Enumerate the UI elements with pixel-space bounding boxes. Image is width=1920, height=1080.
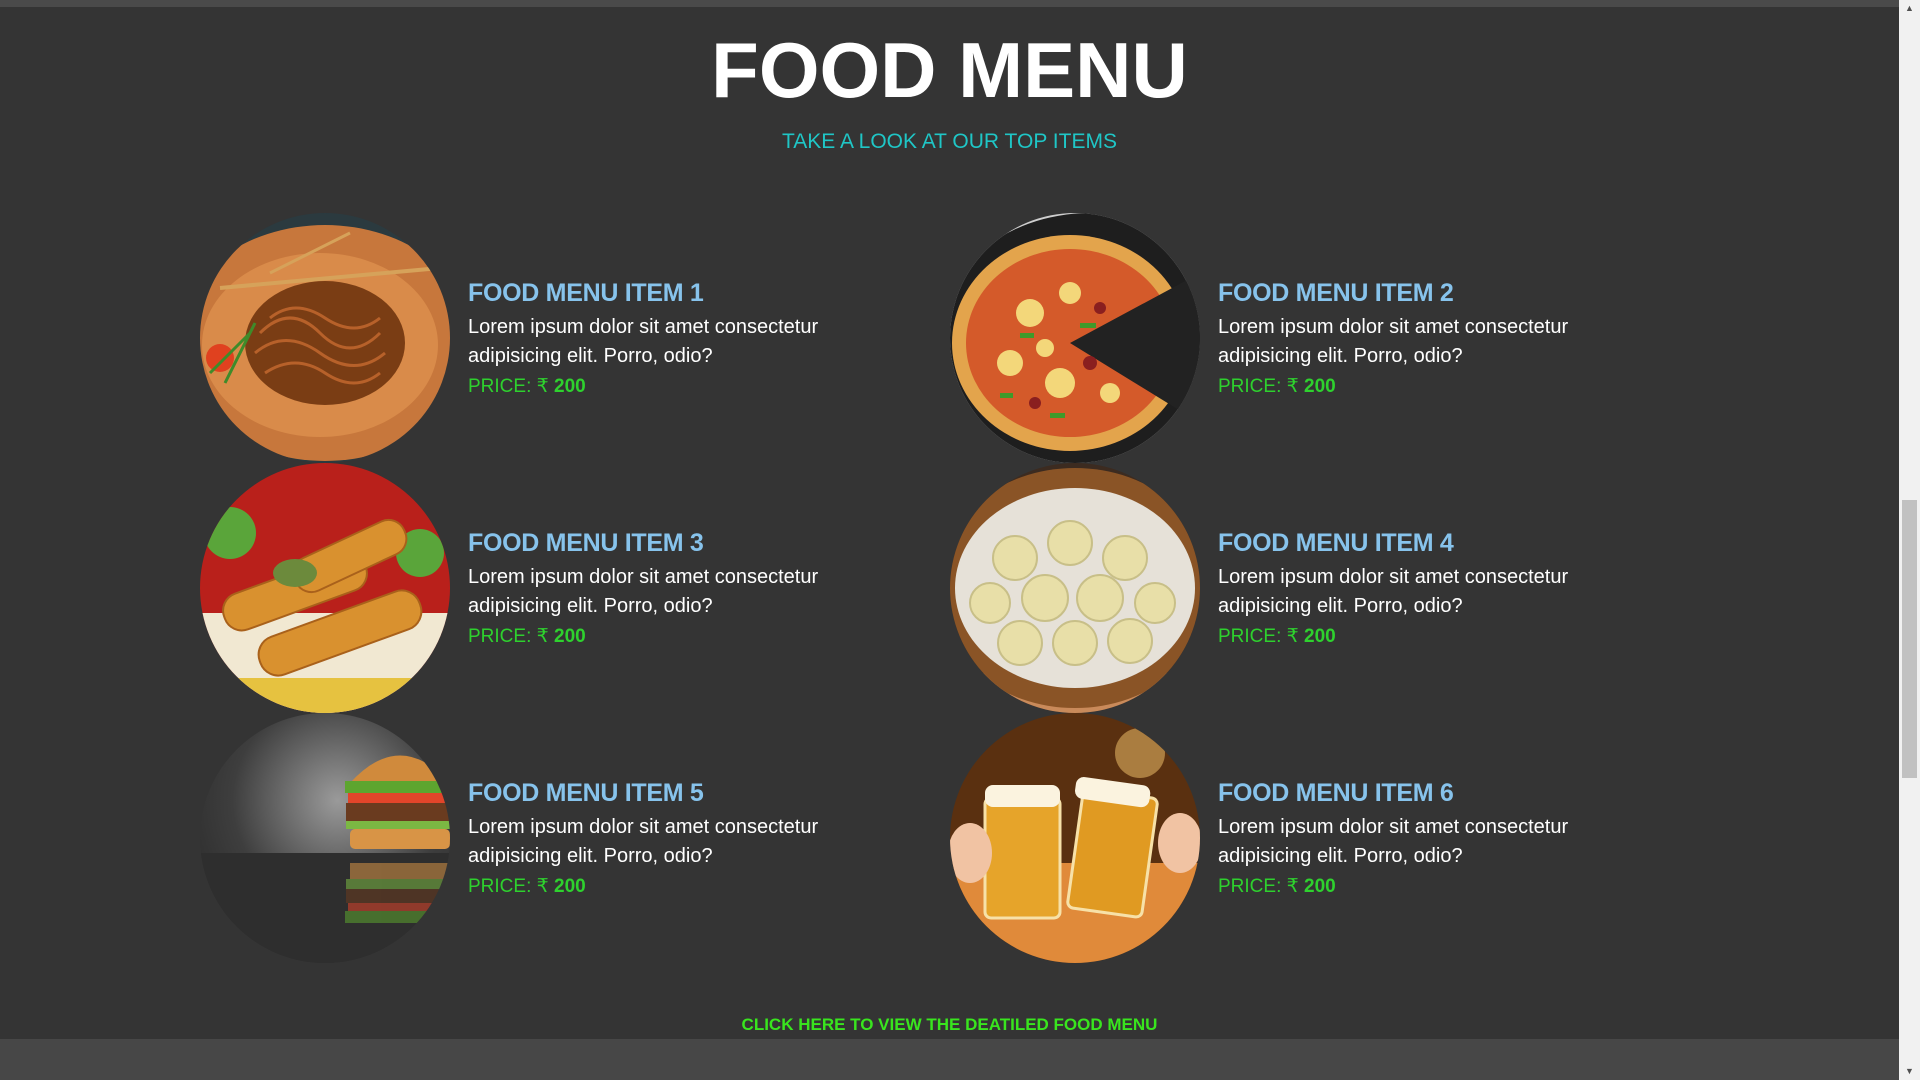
scroll-down-arrow-icon[interactable]: ▼ (1899, 1063, 1920, 1080)
item-price: PRICE: ₹ 200 (468, 623, 888, 651)
food-menu-section: FOOD MENU TAKE A LOOK AT OUR TOP ITEMS F… (0, 7, 1899, 1039)
item-name: FOOD MENU ITEM 2 (1218, 279, 1454, 307)
item-name: FOOD MENU ITEM 5 (468, 779, 704, 807)
item-price: PRICE: ₹ 200 (468, 873, 888, 901)
price-label: PRICE: ₹ (468, 876, 554, 897)
menu-item-3[interactable]: FOOD MENU ITEM 3 Lorem ipsum dolor sit a… (200, 463, 900, 713)
price-amount: 200 (554, 626, 586, 647)
item-name: FOOD MENU ITEM 4 (1218, 529, 1454, 557)
scrollbar-thumb[interactable] (1902, 500, 1917, 778)
scroll-up-arrow-icon[interactable]: ▲ (1899, 0, 1920, 17)
item-price: PRICE: ₹ 200 (1218, 373, 1638, 401)
item-description: Lorem ipsum dolor sit amet consectetur a… (468, 566, 819, 617)
price-amount: 200 (1304, 876, 1336, 897)
vertical-scrollbar[interactable]: ▲ ▼ (1899, 0, 1920, 1080)
spring-rolls-image (200, 463, 450, 713)
pizza-image (950, 213, 1200, 463)
menu-item-5[interactable]: FOOD MENU ITEM 5 Lorem ipsum dolor sit a… (200, 713, 900, 963)
page-subtitle: TAKE A LOOK AT OUR TOP ITEMS (782, 130, 1117, 153)
price-label: PRICE: ₹ (1218, 876, 1304, 897)
item-name: FOOD MENU ITEM 3 (468, 529, 704, 557)
item-price: PRICE: ₹ 200 (468, 373, 888, 401)
page-title: FOOD MENU (711, 26, 1188, 114)
item-description: Lorem ipsum dolor sit amet consectetur a… (468, 316, 819, 367)
menu-item-2[interactable]: FOOD MENU ITEM 2 Lorem ipsum dolor sit a… (950, 213, 1650, 463)
menu-item-4[interactable]: FOOD MENU ITEM 4 Lorem ipsum dolor sit a… (950, 463, 1650, 713)
item-description: Lorem ipsum dolor sit amet consectetur a… (1218, 316, 1569, 367)
noodles-image (200, 213, 450, 463)
price-amount: 200 (1304, 376, 1336, 397)
view-detailed-menu-link[interactable]: CLICK HERE TO VIEW THE DEATILED FOOD MEN… (0, 1013, 1899, 1037)
dumplings-image (950, 463, 1200, 713)
burger-image (200, 713, 450, 963)
price-label: PRICE: ₹ (1218, 376, 1304, 397)
price-label: PRICE: ₹ (468, 376, 554, 397)
item-description: Lorem ipsum dolor sit amet consectetur a… (1218, 816, 1569, 867)
top-strip (0, 0, 1899, 7)
menu-item-6[interactable]: FOOD MENU ITEM 6 Lorem ipsum dolor sit a… (950, 713, 1650, 963)
price-label: PRICE: ₹ (1218, 626, 1304, 647)
item-description: Lorem ipsum dolor sit amet consectetur a… (468, 816, 819, 867)
price-amount: 200 (554, 376, 586, 397)
item-price: PRICE: ₹ 200 (1218, 873, 1638, 901)
price-label: PRICE: ₹ (468, 626, 554, 647)
item-price: PRICE: ₹ 200 (1218, 623, 1638, 651)
item-name: FOOD MENU ITEM 1 (468, 279, 704, 307)
menu-item-1[interactable]: FOOD MENU ITEM 1 Lorem ipsum dolor sit a… (200, 213, 900, 463)
price-amount: 200 (1304, 626, 1336, 647)
item-name: FOOD MENU ITEM 6 (1218, 779, 1454, 807)
beer-image (950, 713, 1200, 963)
footer-band (0, 1039, 1899, 1080)
price-amount: 200 (554, 876, 586, 897)
item-description: Lorem ipsum dolor sit amet consectetur a… (1218, 566, 1569, 617)
